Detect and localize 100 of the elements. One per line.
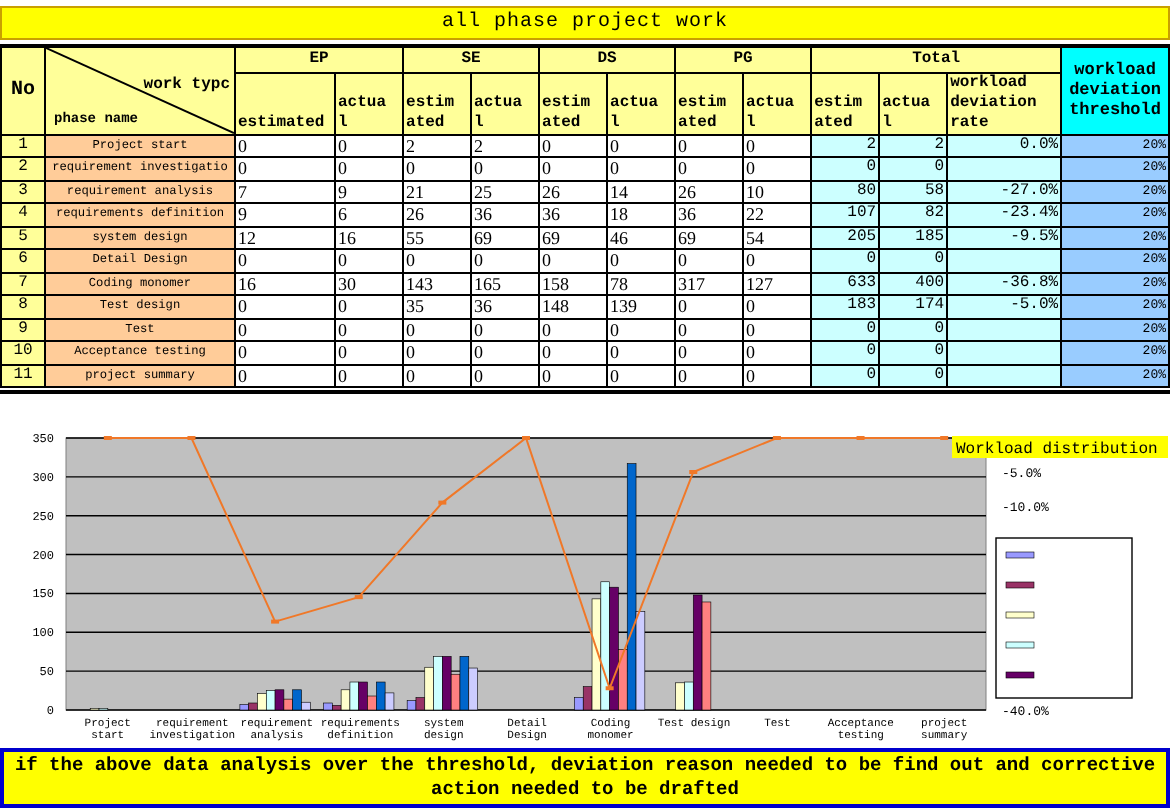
table-cell: 0: [607, 318, 676, 341]
table-cell: 16: [335, 226, 404, 249]
table-cell: 2: [1, 157, 45, 180]
table-cell: 36: [539, 203, 608, 226]
table-cell: 0: [235, 157, 335, 180]
table-cell: 0: [539, 134, 608, 157]
table-cell: 148: [539, 295, 608, 318]
table-cell: 158: [539, 272, 608, 295]
table-cell: 0: [539, 341, 608, 364]
table-cell: 0: [335, 364, 404, 387]
table-cell: 55: [403, 226, 472, 249]
table-cell: 30: [335, 272, 404, 295]
table-cell: 12: [235, 226, 335, 249]
table-cell: 0: [471, 157, 540, 180]
legend-swatch: [1005, 581, 1035, 589]
table-cell: 6: [335, 203, 404, 226]
table-cell: 0: [675, 295, 744, 318]
table-cell: 0: [471, 364, 540, 387]
table-cell: 0: [335, 134, 404, 157]
table-cell: 2: [471, 134, 540, 157]
table-cell: 6: [1, 249, 45, 272]
column-header: DS: [539, 46, 676, 72]
table-cell: 0: [335, 295, 404, 318]
table-cell: 7: [1, 272, 45, 295]
table-cell: 0: [403, 318, 472, 341]
table-cell: -27.0%: [947, 180, 1062, 203]
table-cell: 21: [403, 180, 472, 203]
column-header: workload deviation threshold: [1061, 46, 1169, 134]
table-cell: 0: [539, 249, 608, 272]
table-cell: 0: [403, 249, 472, 272]
table-cell: 0: [539, 157, 608, 180]
table-cell: 2: [403, 134, 472, 157]
table-cell: 0: [235, 364, 335, 387]
table-cell: 143: [403, 272, 472, 295]
table-cell: 0: [403, 341, 472, 364]
table-cell: -5.0%: [947, 295, 1062, 318]
table-cell: 0: [607, 157, 676, 180]
table-cell: 69: [539, 226, 608, 249]
table-cell: 7: [235, 180, 335, 203]
chart-title: Workload distribution: [952, 436, 1168, 459]
table-cell: 9: [235, 203, 335, 226]
table-cell: 11: [1, 364, 45, 387]
table-cell: 26: [403, 203, 472, 226]
table-cell: 36: [675, 203, 744, 226]
table-cell: 26: [539, 180, 608, 203]
table-cell: -9.5%: [947, 226, 1062, 249]
table-cell: 0: [675, 364, 744, 387]
column-header: EP: [235, 46, 404, 72]
legend-swatch: [1005, 551, 1035, 559]
table-cell: -23.4%: [947, 203, 1062, 226]
column-header: estim ated: [539, 72, 608, 134]
table-cell: 0: [471, 318, 540, 341]
column-header: SE: [403, 46, 540, 72]
table-cell: 69: [675, 226, 744, 249]
column-header: actua l: [743, 72, 812, 134]
legend-swatch: [1005, 611, 1035, 619]
table-cell: 0: [471, 341, 540, 364]
column-header: actua l: [471, 72, 540, 134]
column-header: estimated: [235, 72, 335, 134]
table-cell: 0: [335, 318, 404, 341]
table-cell: 9: [335, 180, 404, 203]
table-cell: 5: [1, 226, 45, 249]
column-header: workload deviation rate: [947, 72, 1062, 134]
table-cell: 0: [335, 157, 404, 180]
footer-note: if the above data analysis over the threshold, deviation reason needed to be find out and corrective action needed to be drafted: [0, 748, 1170, 808]
table-cell: 78: [607, 272, 676, 295]
table-cell: 0: [607, 134, 676, 157]
table-cell: 8: [1, 295, 45, 318]
table-cell: 0.0%: [947, 134, 1062, 157]
column-header: actua l: [879, 72, 948, 134]
table-cell: 26: [675, 180, 744, 203]
table-cell: 36: [471, 203, 540, 226]
table-cell: 139: [607, 295, 676, 318]
table-cell: 4: [1, 203, 45, 226]
column-header: estim ated: [675, 72, 744, 134]
table-cell: 18: [607, 203, 676, 226]
table-cell: 0: [675, 249, 744, 272]
table-cell: 69: [471, 226, 540, 249]
table-cell: 0: [235, 318, 335, 341]
table-cell: 0: [539, 364, 608, 387]
table-cell: 0: [335, 341, 404, 364]
table-cell: 0: [235, 134, 335, 157]
table-cell: 0: [539, 318, 608, 341]
table-cell: 0: [675, 318, 744, 341]
column-header: estim ated: [811, 72, 880, 134]
table-cell: 9: [1, 318, 45, 341]
column-header: Total: [811, 46, 1062, 72]
table-cell: 46: [607, 226, 676, 249]
column-header: PG: [675, 46, 812, 72]
table-cell: 0: [607, 341, 676, 364]
table-cell: 0: [471, 249, 540, 272]
table-cell: 317: [675, 272, 744, 295]
column-header: No: [1, 46, 45, 134]
table-cell: 0: [235, 341, 335, 364]
column-header: actua l: [335, 72, 404, 134]
sheet-title: all phase project work: [0, 6, 1170, 40]
table-cell: 16: [235, 272, 335, 295]
table-cell: 0: [235, 295, 335, 318]
table-cell: 0: [235, 249, 335, 272]
table-cell: 0: [403, 364, 472, 387]
